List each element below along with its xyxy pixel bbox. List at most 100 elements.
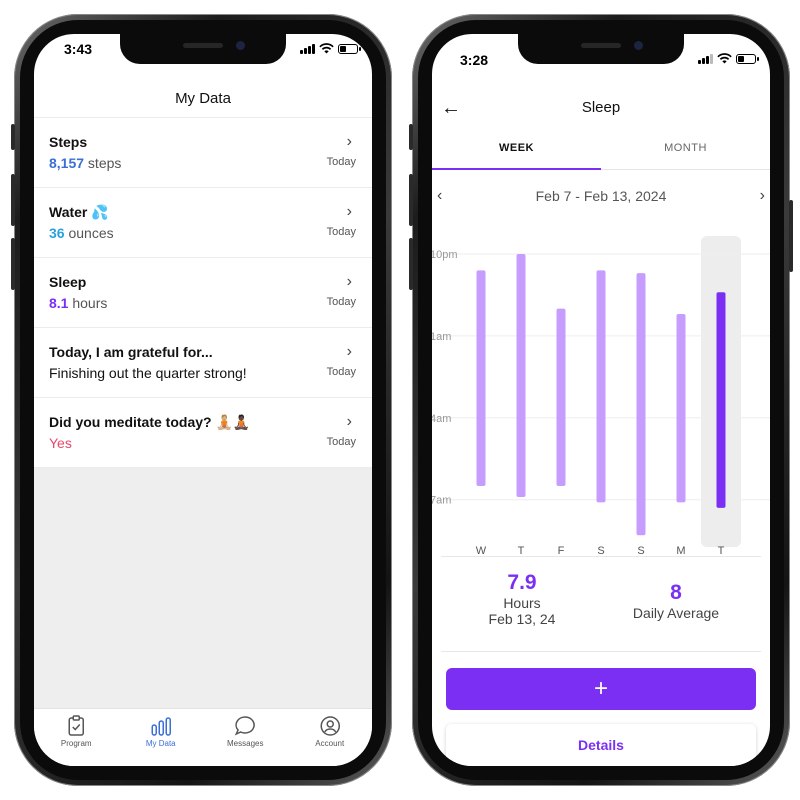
tab-month[interactable]: MONTH (601, 138, 770, 169)
item-date: Today (326, 296, 356, 308)
list-item-gratitude[interactable]: Today, I am grateful for... Finishing ou… (34, 328, 372, 398)
volume-down-button (409, 238, 413, 290)
y-tick-label: 7am (432, 495, 451, 507)
daily-average-value: 8 (670, 581, 682, 604)
status-bar: 3:43 (34, 34, 372, 78)
period-tabs: WEEK MONTH (432, 138, 770, 170)
empty-area (34, 468, 372, 724)
mute-switch (409, 124, 413, 150)
status-icons (698, 53, 759, 64)
chevron-right-icon: › (346, 413, 352, 430)
tab-label: Account (315, 739, 345, 748)
tab-messages[interactable]: Messages (203, 709, 288, 766)
y-tick-label: 10pm (432, 249, 458, 261)
water-unit: ounces (64, 225, 114, 241)
user-circle-icon (320, 716, 340, 736)
signal-icon (698, 53, 713, 64)
tab-label: My Data (145, 739, 176, 748)
daily-average-summary: 8 Daily Average (611, 581, 741, 621)
details-button[interactable]: Details (446, 724, 756, 766)
battery-icon (736, 53, 759, 64)
item-title: Did you meditate today? 🧘🏼🧘🏿 (49, 414, 251, 430)
item-title: Sleep (49, 274, 87, 290)
list-item-water[interactable]: Water 💦 36 ounces › Today (34, 188, 372, 258)
y-tick-label: 4am (432, 413, 451, 425)
item-date: Today (326, 366, 356, 378)
battery-icon (338, 43, 361, 54)
chevron-right-icon: › (346, 203, 352, 220)
x-tick-label: F (558, 545, 565, 554)
item-date: Today (326, 226, 356, 238)
header: ← Sleep (432, 96, 770, 126)
sleep-chart: 10pm 1am 4am 7am W T F S S M T (432, 236, 770, 554)
tab-label: Program (60, 739, 92, 748)
page-title: My Data (175, 90, 231, 107)
chevron-right-icon: › (346, 273, 352, 290)
add-sleep-button[interactable]: + (446, 668, 756, 710)
x-tick-label: T (718, 545, 725, 554)
chevron-right-icon[interactable]: › (760, 187, 765, 205)
tab-week[interactable]: WEEK (432, 138, 601, 170)
clipboard-icon (68, 715, 84, 736)
sleep-summary: 7.9 Hours Feb 13, 24 8 Daily Average (441, 556, 761, 652)
my-data-screen: 3:43 My Data Steps 8,157 steps › Today W… (34, 34, 372, 766)
tab-my-data[interactable]: My Data (119, 709, 204, 766)
sleep-bar (516, 254, 526, 497)
volume-up-button (409, 174, 413, 226)
sleep-unit: hours (68, 295, 108, 311)
sleep-bar (676, 314, 686, 503)
steps-unit: steps (84, 155, 122, 171)
item-title: Today, I am grateful for... (49, 344, 213, 360)
x-tick-label: T (518, 545, 525, 554)
volume-down-button (11, 238, 15, 290)
chevron-right-icon: › (346, 343, 352, 360)
list-item-sleep[interactable]: Sleep 8.1 hours › Today (34, 258, 372, 328)
date-range-nav: ‹ Feb 7 - Feb 13, 2024 › (432, 187, 770, 207)
sleep-bar (636, 273, 646, 536)
bar-chart-icon (151, 717, 171, 736)
last-night-date: Feb 13, 24 (488, 611, 556, 627)
wifi-icon (319, 43, 334, 54)
item-date: Today (326, 156, 356, 168)
item-title: Steps (49, 134, 88, 150)
item-value: 8,157 steps (49, 155, 121, 171)
item-value: 36 ounces (49, 225, 114, 241)
item-date: Today (326, 436, 356, 448)
chat-bubble-icon (234, 716, 255, 736)
x-tick-label: W (476, 545, 487, 554)
sleep-bar (476, 270, 486, 487)
tab-account[interactable]: Account (288, 709, 373, 766)
sleep-value: 8.1 (49, 295, 69, 311)
volume-up-button (11, 174, 15, 226)
tab-label: Messages (227, 739, 264, 748)
wifi-icon (717, 53, 732, 64)
data-list: Steps 8,157 steps › Today Water 💦 36 oun… (34, 117, 372, 468)
steps-value: 8,157 (49, 155, 85, 171)
side-button (789, 200, 793, 272)
tab-program[interactable]: Program (34, 709, 119, 766)
mute-switch (11, 124, 15, 150)
list-item-meditation[interactable]: Did you meditate today? 🧘🏼🧘🏿 Yes › Today (34, 398, 372, 468)
sleep-bar (716, 292, 726, 508)
x-tick-label: S (637, 545, 644, 554)
list-item-steps[interactable]: Steps 8,157 steps › Today (34, 118, 372, 188)
item-title: Water 💦 (49, 204, 109, 220)
tab-bar: Program My Data Messages Account (34, 708, 372, 766)
sleep-bar (596, 270, 606, 503)
x-tick-label: S (597, 545, 604, 554)
last-night-value: 7.9 (507, 571, 537, 594)
x-tick-label: M (676, 545, 685, 554)
item-value: 8.1 hours (49, 295, 107, 311)
chevron-right-icon: › (346, 133, 352, 150)
phone-frame-right: 3:28 ← Sleep WEEK MONTH ‹ Feb 7 - Feb 13… (409, 14, 793, 786)
status-bar: 3:28 (432, 34, 770, 78)
last-night-unit: Hours (503, 595, 541, 611)
sleep-screen: 3:28 ← Sleep WEEK MONTH ‹ Feb 7 - Feb 13… (432, 34, 770, 766)
sleep-bar (556, 308, 566, 487)
phone-frame-left: 3:43 My Data Steps 8,157 steps › Today W… (11, 14, 392, 786)
status-icons (300, 43, 361, 54)
signal-icon (300, 43, 315, 54)
y-tick-label: 1am (432, 331, 451, 343)
status-time: 3:28 (460, 52, 489, 68)
meditation-answer: Yes (49, 435, 72, 451)
